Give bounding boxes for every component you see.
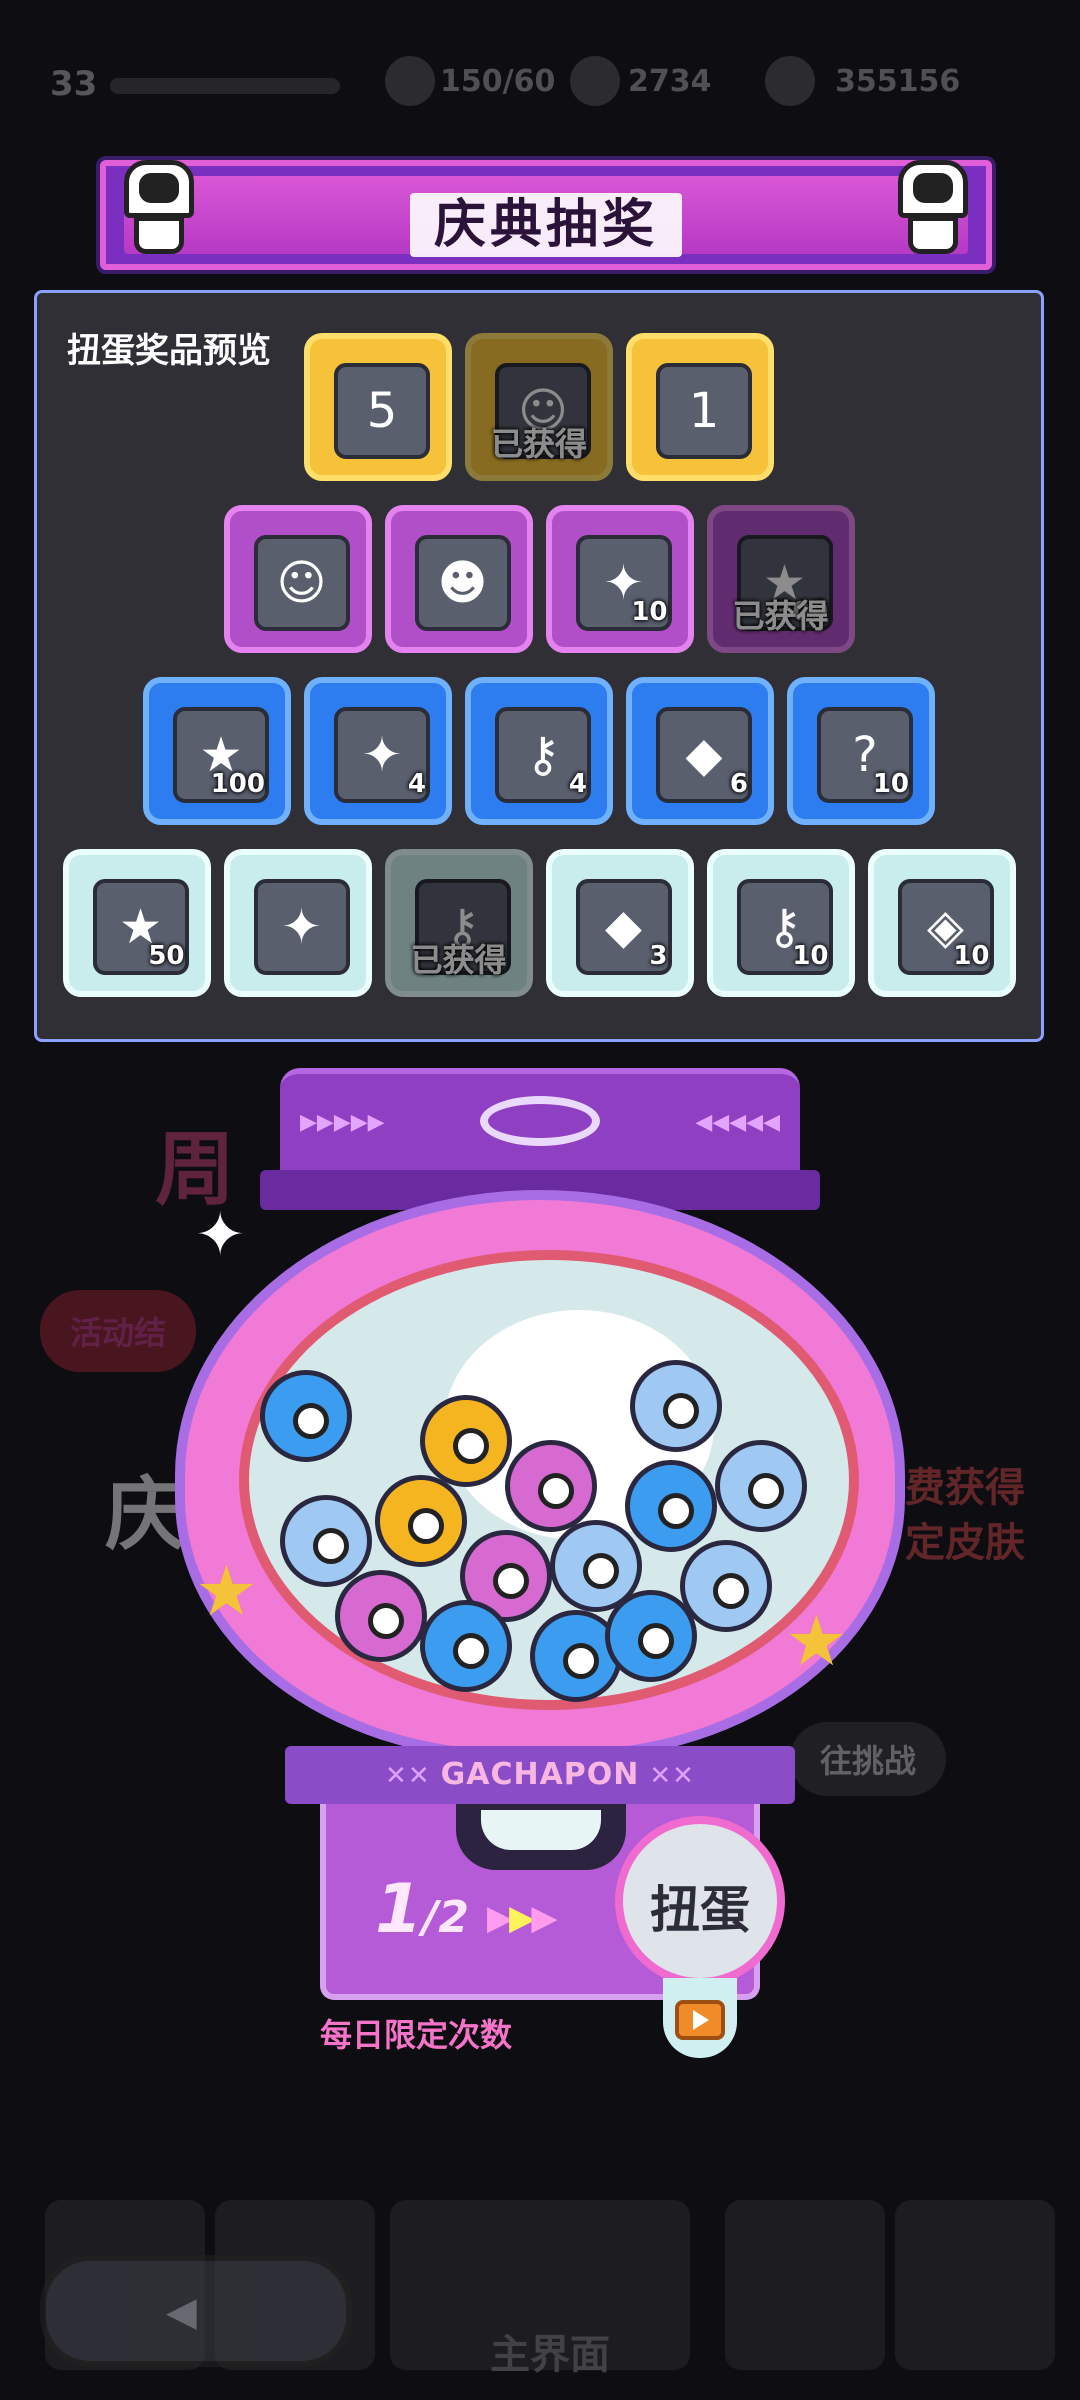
spin-counter: 1/2 <box>375 1870 470 1949</box>
gem-value: 2734 <box>628 64 712 99</box>
arrow-right-icon: ▶▶▶▶▶ <box>300 1110 385 1135</box>
prize-item[interactable]: 1 <box>626 333 774 481</box>
prize-item[interactable]: ? 10 <box>787 677 935 825</box>
gold-value: 355156 <box>835 64 961 99</box>
capsule-outlet <box>456 1800 626 1870</box>
prize-preview-title: 扭蛋奖品预览 <box>67 331 271 371</box>
x-icon: ✕✕ <box>649 1761 695 1791</box>
lid-ring <box>480 1096 600 1146</box>
prize-item[interactable]: ★ 50 <box>62 849 211 997</box>
prize-count: 6 <box>729 769 748 799</box>
capsule-ball <box>420 1600 512 1692</box>
capsule-ball <box>260 1370 352 1462</box>
prize-count: 10 <box>792 941 829 971</box>
owned-label: 已获得 <box>490 425 587 463</box>
activity-button: 活动结 <box>40 1290 197 1372</box>
prize-item[interactable]: 5 <box>304 333 452 481</box>
nav-tab <box>725 2200 885 2370</box>
star-icon: ★ <box>785 1600 848 1682</box>
arrow-left-icon: ◀ <box>166 2289 197 2335</box>
top-resource-bar: 33 150/60 2734 355156 <box>0 50 1080 120</box>
energy-value: 150/60 <box>440 64 556 99</box>
prize-item[interactable]: ★ 100 <box>143 677 291 825</box>
page-title: 庆典抽奖 <box>106 182 986 257</box>
arrow-right-icon: ▶▶▶ <box>487 1898 557 1938</box>
nav-tab <box>895 2200 1055 2370</box>
background-text: 庆 <box>105 1468 185 1561</box>
capsule-ball <box>715 1440 807 1532</box>
arrow-left-icon: ◀◀◀◀◀ <box>695 1110 780 1135</box>
prize-item[interactable]: ✦ <box>223 849 372 997</box>
prize-count: 10 <box>631 597 668 627</box>
back-button[interactable]: ◀ <box>40 2255 352 2367</box>
background-text: 定皮肤 <box>905 1520 1025 1566</box>
machine-lid: ▶▶▶▶▶ ◀◀◀◀◀ <box>280 1068 800 1186</box>
capsule-ball <box>280 1495 372 1587</box>
prize-item[interactable]: ☺ <box>223 505 372 653</box>
background-text: 费获得 <box>905 1465 1025 1511</box>
player-level: 33 <box>50 64 98 104</box>
prize-count: 10 <box>872 769 909 799</box>
main-screen-label: 主界面 <box>490 2332 610 2378</box>
owned-label: 已获得 <box>410 941 507 979</box>
prize-count: 3 <box>649 941 668 971</box>
gachapon-label: ✕✕ GACHAPON ✕✕ <box>285 1746 795 1804</box>
coin-icon <box>765 56 815 106</box>
title-banner: 庆典抽奖 <box>100 160 992 270</box>
prize-count: 4 <box>407 769 426 799</box>
prize-item[interactable]: ◈ 10 <box>867 849 1016 997</box>
capsule-ball <box>605 1590 697 1682</box>
prize-item[interactable]: ⚷ 10 <box>706 849 855 997</box>
medal-5-icon: 5 <box>366 383 398 439</box>
prize-item[interactable]: ★ 300 已获得 <box>706 505 855 653</box>
prize-item[interactable]: ✦ 10 <box>545 505 694 653</box>
x-icon: ✕✕ <box>385 1761 431 1791</box>
prize-item[interactable]: ✦ 4 <box>304 677 452 825</box>
prize-count: 10 <box>953 941 990 971</box>
prize-item[interactable]: ⚷ 已获得 <box>384 849 533 997</box>
blue-ticket-icon: ✦ <box>281 899 322 955</box>
number-1-card-icon: 1 <box>688 383 720 439</box>
watch-video-button[interactable] <box>663 1978 737 2058</box>
prize-item[interactable]: ◆ 6 <box>626 677 774 825</box>
capsule-ball <box>625 1460 717 1552</box>
spin-button[interactable]: 扭蛋 <box>615 1816 785 1986</box>
prize-item[interactable]: ☻ <box>384 505 533 653</box>
gem-icon <box>570 56 620 106</box>
daily-limit-text: 每日限定次数 <box>320 2016 513 2054</box>
prize-count: 100 <box>210 769 265 799</box>
prize-item[interactable]: ◆ 3 <box>545 849 694 997</box>
prize-count: 4 <box>568 769 587 799</box>
owned-label: 已获得 <box>732 597 829 635</box>
capsule-ball <box>375 1475 467 1567</box>
character-portrait-icon: ☺ <box>276 555 327 611</box>
prize-item[interactable]: ☺ 已获得 <box>465 333 613 481</box>
frog-character-icon: ☻ <box>437 555 488 611</box>
prize-item[interactable]: ⚷ 4 <box>465 677 613 825</box>
gacha-machine: ▶▶▶▶▶ ◀◀◀◀◀ ★ ★ ✦ ✕✕ GACHAPON ✕✕ 1/2 ▶▶▶ 扭… <box>175 1060 905 2060</box>
tv-play-icon <box>675 2000 725 2040</box>
capsule-ball <box>420 1395 512 1487</box>
capsule-ball <box>505 1440 597 1532</box>
prize-count: 50 <box>148 941 185 971</box>
star-icon: ★ <box>195 1550 258 1632</box>
prize-preview-panel: 扭蛋奖品预览 5 ☺ 已获得 1 ☺ ☻ ✦ 10 ★ 300 已获得 ★ 100 ✦ 4 ⚷ 4 ◆ 6? 10 ★ 5… <box>34 290 1044 1042</box>
capsule-ball <box>335 1570 427 1662</box>
energy-icon <box>385 56 435 106</box>
capsule-ball <box>630 1360 722 1452</box>
xp-bar <box>110 78 340 94</box>
sparkle-icon: ✦ <box>195 1200 246 1270</box>
